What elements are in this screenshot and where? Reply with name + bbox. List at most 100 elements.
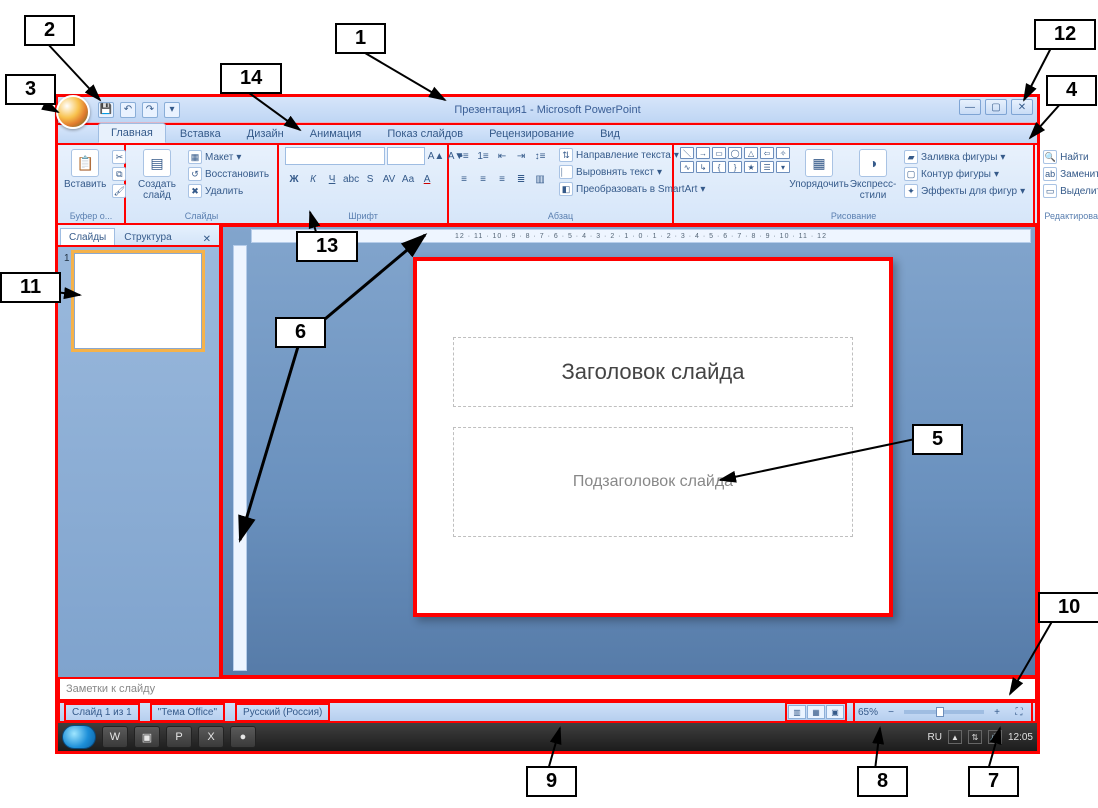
group-paragraph-label: Абзац xyxy=(455,210,666,223)
taskbar-excel-icon[interactable]: X xyxy=(198,726,224,748)
bold-button[interactable]: Ж xyxy=(285,170,303,188)
taskbar-app-icon[interactable]: ● xyxy=(230,726,256,748)
normal-view-button[interactable]: ▥ xyxy=(788,705,806,719)
shape-fill-button[interactable]: ▰Заливка фигуры ▾ xyxy=(902,149,1027,165)
zoom-value: 65% xyxy=(858,707,878,718)
subtitle-placeholder[interactable]: Подзаголовок слайда xyxy=(453,427,853,537)
tray-clock[interactable]: 12:05 xyxy=(1008,732,1033,743)
indent-inc-button[interactable]: ⇥ xyxy=(512,147,530,165)
shapes-gallery[interactable]: ＼ → ▭ ◯ △ ⇦ ✧ ∿ ↳ { } ★ ☰ ▾ xyxy=(680,147,790,173)
char-spacing-button[interactable]: AV xyxy=(380,170,398,188)
change-case-button[interactable]: Aa xyxy=(399,170,417,188)
bullets-button[interactable]: •≡ xyxy=(455,147,473,165)
taskbar-word-icon[interactable]: W xyxy=(102,726,128,748)
indent-dec-button[interactable]: ⇤ xyxy=(493,147,511,165)
arrange-button[interactable]: ▦ Упорядочить xyxy=(794,147,844,190)
qat-more-icon[interactable]: ▾ xyxy=(164,102,180,118)
zoom-in-button[interactable]: + xyxy=(988,703,1006,721)
align-left-button[interactable]: ≡ xyxy=(455,170,473,188)
title-placeholder[interactable]: Заголовок слайда xyxy=(453,337,853,407)
qat-undo-icon[interactable]: ↶ xyxy=(120,102,136,118)
notes-pane[interactable]: Заметки к слайду xyxy=(58,677,1037,701)
tab-design[interactable]: Дизайн xyxy=(235,125,296,143)
status-language[interactable]: Русский (Россия) xyxy=(235,703,330,722)
underline-button[interactable]: Ч xyxy=(323,170,341,188)
copy-icon: ⧉ xyxy=(112,167,126,181)
paste-button[interactable]: 📋 Вставить xyxy=(64,147,106,190)
taskbar-powerpoint-icon[interactable]: P xyxy=(166,726,192,748)
quick-access-toolbar: 💾 ↶ ↷ ▾ xyxy=(98,102,180,118)
qat-save-icon[interactable]: 💾 xyxy=(98,102,114,118)
shape-arrow-icon: → xyxy=(696,147,710,159)
align-right-button[interactable]: ≡ xyxy=(493,170,511,188)
italic-button[interactable]: К xyxy=(304,170,322,188)
grow-font-button[interactable]: A▲ xyxy=(427,147,445,165)
tab-animation[interactable]: Анимация xyxy=(298,125,374,143)
tab-view[interactable]: Вид xyxy=(588,125,632,143)
font-color-button[interactable]: A xyxy=(418,170,436,188)
tray-sound-icon[interactable]: 🔊 xyxy=(988,730,1002,744)
qat-redo-icon[interactable]: ↷ xyxy=(142,102,158,118)
callout-6: 6 xyxy=(275,317,326,348)
select-button[interactable]: ▭Выделить ▾ xyxy=(1041,183,1098,199)
tab-insert[interactable]: Вставка xyxy=(168,125,233,143)
group-clipboard: 📋 Вставить ✂ ⧉ 🖌 Буфер о... xyxy=(58,145,126,223)
titlebar: 💾 ↶ ↷ ▾ Презентация1 - Microsoft PowerPo… xyxy=(58,97,1037,123)
shape-outline-button[interactable]: ▢Контур фигуры ▾ xyxy=(902,166,1027,182)
shadow-button[interactable]: S xyxy=(361,170,379,188)
line-spacing-button[interactable]: ↕≡ xyxy=(531,147,549,165)
quick-styles-button[interactable]: ◑ Экспресс-стили xyxy=(848,147,898,201)
panel-close-icon[interactable]: ✕ xyxy=(199,232,215,247)
thumbnail-number: 1 xyxy=(64,253,70,349)
shape-effects-button[interactable]: ✦Эффекты для фигур ▾ xyxy=(902,183,1027,199)
callout-8: 8 xyxy=(857,766,908,797)
align-center-button[interactable]: ≡ xyxy=(474,170,492,188)
maximize-button[interactable]: ▢ xyxy=(985,99,1007,115)
arrange-icon: ▦ xyxy=(805,149,833,177)
find-button[interactable]: 🔍Найти xyxy=(1041,149,1098,165)
group-font-label: Шрифт xyxy=(285,210,441,223)
shape-ellipse-icon: ◯ xyxy=(728,147,742,159)
status-bar: Слайд 1 из 1 "Тема Office" Русский (Росс… xyxy=(58,701,1037,723)
callout-13: 13 xyxy=(296,231,358,262)
find-icon: 🔍 xyxy=(1043,150,1057,164)
shape-rect-icon: ▭ xyxy=(712,147,726,159)
justify-button[interactable]: ≣ xyxy=(512,170,530,188)
font-size-input[interactable] xyxy=(387,147,425,165)
tray-flag-icon[interactable]: ▲ xyxy=(948,730,962,744)
slideshow-view-button[interactable]: ▣ xyxy=(826,705,844,719)
window-title: Презентация1 - Microsoft PowerPoint xyxy=(58,104,1037,116)
close-button[interactable]: ✕ xyxy=(1011,99,1033,115)
taskbar-explorer-icon[interactable]: ▣ xyxy=(134,726,160,748)
paste-icon: 📋 xyxy=(71,149,99,177)
minimize-button[interactable]: — xyxy=(959,99,981,115)
tab-slideshow[interactable]: Показ слайдов xyxy=(375,125,475,143)
slide-thumbnail-1[interactable] xyxy=(74,253,202,349)
tab-home[interactable]: Главная xyxy=(98,123,166,143)
shape-star-icon: ★ xyxy=(744,161,758,173)
group-paragraph: •≡ 1≡ ⇤ ⇥ ↕≡ ≡ ≡ ≡ ≣ ▥ ⇅Направл xyxy=(449,145,674,223)
zoom-slider[interactable] xyxy=(904,710,984,714)
zoom-out-button[interactable]: − xyxy=(882,703,900,721)
tab-outline[interactable]: Структура xyxy=(115,228,180,247)
columns-button[interactable]: ▥ xyxy=(531,170,549,188)
slide-canvas[interactable]: Заголовок слайда Подзаголовок слайда xyxy=(413,257,893,617)
sorter-view-button[interactable]: ▦ xyxy=(807,705,825,719)
strike-button[interactable]: abc xyxy=(342,170,360,188)
callout-9: 9 xyxy=(526,766,577,797)
fit-button[interactable]: ⛶ xyxy=(1010,703,1028,721)
delete-button[interactable]: ✖Удалить xyxy=(186,183,271,199)
callout-5: 5 xyxy=(912,424,963,455)
office-button[interactable] xyxy=(56,95,90,129)
tray-language[interactable]: RU xyxy=(928,732,942,743)
start-button[interactable] xyxy=(62,725,96,749)
tray-network-icon[interactable]: ⇅ xyxy=(968,730,982,744)
layout-button[interactable]: ▦Макет ▾ xyxy=(186,149,271,165)
replace-button[interactable]: abЗаменить ▾ xyxy=(1041,166,1098,182)
new-slide-button[interactable]: ▤ Создать слайд xyxy=(132,147,182,201)
reset-button[interactable]: ↺Восстановить xyxy=(186,166,271,182)
numbering-button[interactable]: 1≡ xyxy=(474,147,492,165)
tab-review[interactable]: Рецензирование xyxy=(477,125,586,143)
tab-slides-thumbnails[interactable]: Слайды xyxy=(60,228,115,247)
font-family-input[interactable] xyxy=(285,147,385,165)
